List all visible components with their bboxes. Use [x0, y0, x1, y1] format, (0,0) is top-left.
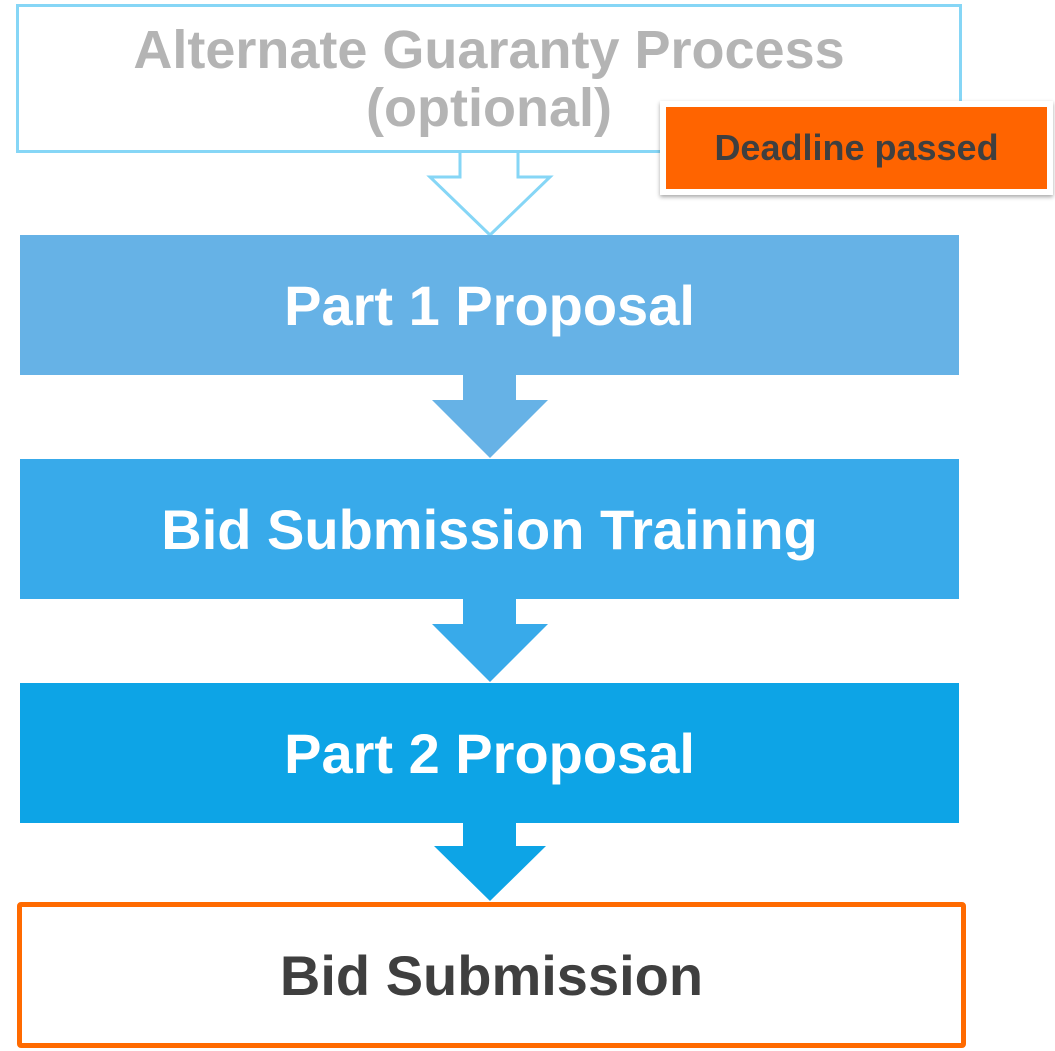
arrow-down-icon	[432, 374, 548, 458]
deadline-passed-badge: Deadline passed	[660, 101, 1053, 195]
step-bid-submission: Bid Submission	[17, 902, 966, 1048]
step-bid-submission-training: Bid Submission Training	[20, 459, 959, 599]
step-part-1-proposal: Part 1 Proposal	[20, 235, 959, 375]
arrow-down-icon	[434, 822, 546, 901]
step-part-2-proposal: Part 2 Proposal	[20, 683, 959, 823]
step-title-line-2: (optional)	[366, 77, 612, 138]
arrow-down-icon	[432, 598, 548, 682]
step-title-line-1: Alternate Guaranty Process	[133, 19, 845, 80]
arrow-down-icon	[426, 148, 554, 238]
